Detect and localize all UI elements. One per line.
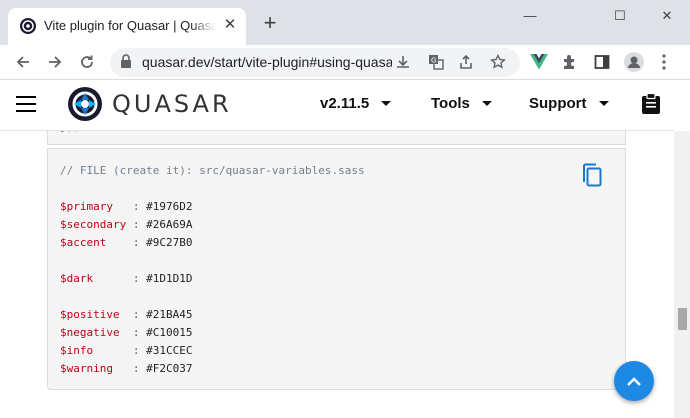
sass-variable-name: $positive (60, 308, 127, 321)
side-panel-button[interactable] (590, 50, 614, 74)
separator: : (126, 362, 147, 375)
new-tab-button[interactable]: + (260, 12, 280, 34)
separator: : (126, 344, 147, 357)
scroll-to-top-button[interactable] (614, 361, 654, 401)
nav-tools-dropdown[interactable]: Tools (431, 95, 492, 112)
translate-icon[interactable]: G (428, 54, 444, 70)
avatar-icon (624, 52, 644, 72)
caret-down-icon (481, 101, 492, 106)
profile-button[interactable] (622, 50, 646, 74)
extensions-button[interactable] (558, 50, 582, 74)
sass-variable-value: #1D1D1D (146, 272, 193, 285)
separator: : (126, 200, 147, 213)
code-line: $warning : #F2C037 (60, 362, 192, 375)
main-content: }); // FILE (create it): src/quasar-vari… (0, 131, 674, 418)
code-block: // FILE (create it): src/quasar-variable… (47, 148, 626, 390)
menu-button[interactable] (652, 50, 676, 74)
code-line: $primary : #1976D2 (60, 200, 192, 213)
previous-code-block: }); (47, 131, 626, 145)
forward-button[interactable] (43, 50, 67, 74)
page-scrollbar[interactable] (674, 131, 690, 418)
address-bar[interactable]: quasar.dev/start/vite-plugin#using-quasa… (110, 48, 520, 77)
side-panel-icon (594, 55, 610, 69)
separator: : (126, 236, 147, 249)
sass-variable-name: $secondary (60, 218, 127, 231)
separator: : (126, 326, 147, 339)
browser-tab-strip: Vite plugin for Quasar | Quasar Framewor… (0, 0, 690, 45)
browser-toolbar: quasar.dev/start/vite-plugin#using-quasa… (0, 45, 690, 80)
bookmark-star-icon[interactable] (490, 54, 506, 70)
code-line: $accent : #9C27B0 (60, 236, 192, 249)
nav-support-dropdown[interactable]: Support (529, 95, 609, 112)
code-comment: // FILE (create it): src/quasar-variable… (60, 164, 365, 177)
chevron-up-icon (627, 376, 641, 386)
sass-variable-value: #26A69A (146, 218, 193, 231)
back-button[interactable] (11, 50, 35, 74)
kebab-menu-icon (662, 54, 666, 70)
nav-version-dropdown[interactable]: v2.11.5 (320, 95, 392, 112)
tab-close-icon[interactable]: ✕ (221, 16, 239, 34)
separator: : (126, 272, 147, 285)
caret-down-icon (381, 101, 392, 106)
lock-icon (121, 54, 131, 68)
caret-down-icon (598, 101, 609, 106)
arrow-left-icon (16, 56, 29, 68)
nav-version-label: v2.11.5 (320, 95, 370, 112)
sass-variable-value: #9C27B0 (146, 236, 193, 249)
nav-tools-label: Tools (431, 95, 470, 112)
arrow-right-icon (49, 56, 62, 68)
sass-variable-name: $warning (60, 362, 127, 375)
quasar-favicon-icon (20, 18, 36, 34)
url-text: quasar.dev/start/vite-plugin#using-quasa… (142, 54, 392, 70)
code-line: $positive : #21BA45 (60, 308, 192, 321)
close-window-icon[interactable]: ✕ (655, 6, 679, 26)
maximize-icon[interactable]: ☐ (608, 6, 632, 26)
code-line: $negative : #C10015 (60, 326, 192, 339)
reload-button[interactable] (75, 50, 99, 74)
copy-icon[interactable] (582, 163, 602, 187)
separator: : (126, 218, 147, 231)
sass-variable-name: $dark (60, 272, 127, 285)
sass-variable-value: #1976D2 (146, 200, 193, 213)
sass-variable-value: #F2C037 (146, 362, 193, 375)
sass-variable-value: #21BA45 (146, 308, 193, 321)
code-line: $dark : #1D1D1D (60, 272, 192, 285)
code-fragment: }); (60, 131, 80, 133)
nav-support-label: Support (529, 95, 587, 112)
sass-variable-name: $accent (60, 236, 127, 249)
clipboard-icon[interactable] (641, 93, 661, 115)
code-line: $secondary : #26A69A (60, 218, 192, 231)
code-line: $info : #31CCEC (60, 344, 192, 357)
sass-variable-value: #31CCEC (146, 344, 193, 357)
separator: : (126, 308, 147, 321)
svg-text:G: G (431, 57, 436, 65)
quasar-logo-icon[interactable] (67, 86, 103, 122)
download-icon[interactable] (395, 54, 411, 70)
vue-icon (530, 54, 548, 70)
tab-title: Vite plugin for Quasar | Quasar Framewor… (44, 18, 216, 33)
minimize-icon[interactable]: — (518, 6, 542, 26)
share-icon[interactable] (458, 54, 474, 70)
vue-devtools-extension[interactable] (527, 50, 551, 74)
scrollbar-thumb[interactable] (678, 308, 687, 330)
sass-variable-name: $negative (60, 326, 127, 339)
reload-icon (81, 55, 93, 68)
browser-tab[interactable]: Vite plugin for Quasar | Quasar Framewor… (8, 8, 246, 45)
hamburger-menu-icon[interactable] (16, 96, 36, 112)
sass-variable-name: $info (60, 344, 127, 357)
sass-variable-name: $primary (60, 200, 127, 213)
brand-name: QUASAR (112, 90, 232, 118)
site-header: QUASAR v2.11.5 Tools Support (0, 80, 674, 131)
puzzle-icon (564, 55, 574, 69)
sass-variable-value: #C10015 (146, 326, 193, 339)
